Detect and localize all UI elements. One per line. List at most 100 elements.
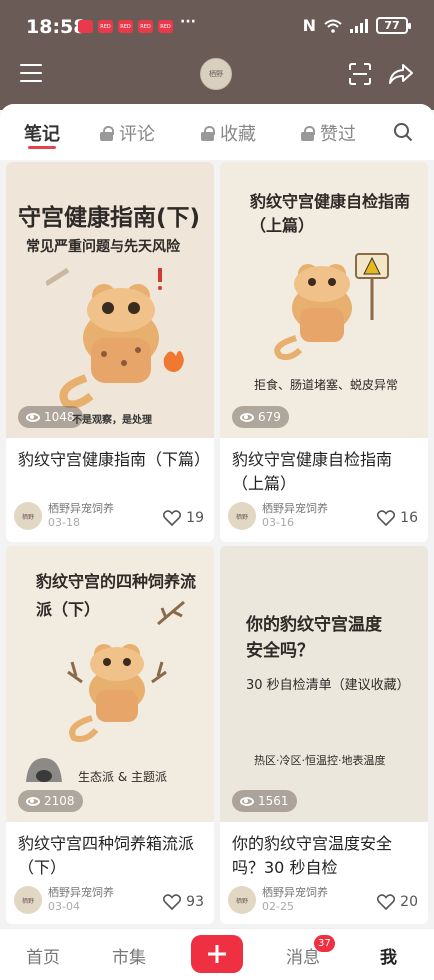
- battery-level: 77: [384, 19, 400, 32]
- like-count: 20: [400, 894, 418, 910]
- top-header: 18:58 RED RED RED RED ··· N 77 栖野: [0, 0, 434, 110]
- plus-icon: [208, 945, 226, 963]
- app-bar: 栖野: [0, 52, 434, 100]
- tab-liked[interactable]: 赞过: [301, 120, 356, 146]
- nav-market[interactable]: 市集: [112, 943, 146, 968]
- author-info[interactable]: 栖野 栖野异宠饲养 03-04: [14, 886, 114, 914]
- wifi-icon: [324, 19, 342, 33]
- like-count: 16: [400, 510, 418, 526]
- eye-icon: [26, 412, 40, 422]
- view-count-badge: 679: [232, 406, 289, 428]
- author-avatar: 栖野: [228, 502, 256, 530]
- tab-favorites[interactable]: 收藏: [201, 120, 256, 146]
- author-info[interactable]: 栖野 栖野异宠饲养 02-25: [228, 886, 328, 914]
- eye-icon: [240, 412, 254, 422]
- notification-icons: RED RED RED RED: [78, 20, 173, 33]
- author-info[interactable]: 栖野 栖野异宠饲养 03-16: [228, 502, 328, 530]
- notification-icon: RED: [118, 20, 133, 33]
- author-info[interactable]: 栖野 栖野异宠饲养 03-18: [14, 502, 114, 530]
- scan-icon[interactable]: [348, 62, 372, 86]
- menu-icon[interactable]: [20, 64, 42, 82]
- heart-icon: [163, 510, 182, 526]
- cover-note: 热区·冷区·恒温控·地表温度: [254, 754, 386, 767]
- cover-subtitle: 拒食、肠道堵塞、蜕皮异常: [254, 378, 399, 392]
- notification-icon: RED: [158, 20, 173, 33]
- note-card[interactable]: 你的豹纹守宫温度安全吗？ 30 秒自检清单（建议收藏） 热区·冷区·恒温控·地表…: [220, 546, 428, 924]
- post-date: 03-18: [48, 516, 80, 529]
- like-button[interactable]: 93: [163, 894, 204, 910]
- gecko-illustration: [67, 644, 167, 742]
- tab-label: 收藏: [220, 124, 256, 145]
- signal-icon: [350, 18, 368, 33]
- nav-me[interactable]: 我: [380, 943, 397, 968]
- heart-icon: [377, 894, 396, 910]
- bottom-navigation: 首页 市集 消息 37 我: [0, 928, 434, 980]
- cover-subtitle: 常见严重问题与先天风险: [26, 239, 180, 255]
- heart-icon: [377, 510, 396, 526]
- view-count-badge: 2108: [18, 790, 83, 812]
- eye-icon: [26, 796, 40, 806]
- note-card[interactable]: 守宫健康指南(下) 常见严重问题与先天风险 1048 不是观察，是处理 豹纹守宫…: [6, 162, 214, 542]
- note-title: 豹纹守宫四种饲养箱流派（下）: [18, 834, 195, 877]
- battery-icon: 77: [376, 17, 411, 34]
- tab-label: 评论: [119, 124, 155, 145]
- gecko-illustration: [46, 268, 184, 408]
- nfc-icon: N: [302, 16, 316, 35]
- note-title: 你的豹纹守宫温度安全吗？30 秒自检: [232, 834, 393, 877]
- author-avatar: 栖野: [228, 886, 256, 914]
- cover-title: 豹纹守宫健康自检指南（上篇）: [250, 192, 411, 235]
- like-button[interactable]: 16: [377, 510, 418, 526]
- view-count: 1048: [44, 410, 75, 424]
- post-date: 03-16: [262, 516, 294, 529]
- view-count-badge: 1561: [232, 790, 297, 812]
- author-name: 栖野异宠饲养: [48, 886, 114, 899]
- cover-title: 守宫健康指南(下): [18, 205, 201, 231]
- share-icon[interactable]: [388, 62, 414, 86]
- note-cover: 豹纹守宫的四种饲养流派（下） 生态派 & 主题派 2108: [6, 546, 214, 822]
- create-post-button[interactable]: [191, 935, 243, 973]
- nav-home[interactable]: 首页: [26, 943, 60, 968]
- like-button[interactable]: 20: [377, 894, 418, 910]
- status-bar: 18:58 RED RED RED RED ··· N 77: [0, 0, 434, 52]
- lock-icon: [100, 125, 114, 141]
- profile-tabs: 笔记 评论 收藏 赞过: [0, 104, 434, 160]
- tab-notes[interactable]: 笔记: [24, 120, 60, 146]
- author-avatar: 栖野: [14, 502, 42, 530]
- branch-icon: [157, 600, 185, 626]
- view-count: 1561: [258, 794, 289, 808]
- author-name: 栖野异宠饲养: [48, 502, 114, 515]
- notification-icon: [78, 20, 93, 33]
- cover-title: 你的豹纹守宫温度安全吗？: [246, 615, 382, 661]
- view-count: 679: [258, 410, 281, 424]
- author-name: 栖野异宠饲养: [262, 886, 328, 899]
- heart-icon: [163, 894, 182, 910]
- lock-icon: [201, 125, 215, 141]
- eye-icon: [240, 796, 254, 806]
- notification-icon: RED: [138, 20, 153, 33]
- more-notifications-icon: ···: [180, 14, 196, 30]
- gecko-illustration: [274, 253, 389, 360]
- note-title: 豹纹守宫健康自检指南（上篇）: [232, 450, 393, 493]
- cover-subtitle: 生态派 & 主题派: [78, 770, 167, 784]
- lock-icon: [301, 125, 315, 141]
- notification-icon: RED: [98, 20, 113, 33]
- tab-comments[interactable]: 评论: [100, 120, 155, 146]
- note-cover: 守宫健康指南(下) 常见严重问题与先天风险 1048 不是观察，是处理: [6, 162, 214, 438]
- note-cover: 豹纹守宫健康自检指南（上篇） 拒食、肠道堵塞、蜕皮异常 679: [220, 162, 428, 438]
- view-count: 2108: [44, 794, 75, 808]
- like-button[interactable]: 19: [163, 510, 204, 526]
- author-avatar: 栖野: [14, 886, 42, 914]
- note-card[interactable]: 豹纹守宫的四种饲养流派（下） 生态派 & 主题派 2108 豹纹守宫四种饲养箱流…: [6, 546, 214, 924]
- search-icon[interactable]: [393, 122, 413, 142]
- note-card[interactable]: 豹纹守宫健康自检指南（上篇） 拒食、肠道堵塞、蜕皮异常 679 豹纹守宫健康自检…: [220, 162, 428, 542]
- system-icons: N 77: [302, 16, 411, 35]
- cover-subtitle: 30 秒自检清单（建议收藏）: [246, 678, 410, 693]
- tab-label: 笔记: [24, 124, 60, 145]
- author-name: 栖野异宠饲养: [262, 502, 328, 515]
- cover-note: 不是观察，是处理: [72, 415, 152, 426]
- profile-avatar[interactable]: 栖野: [200, 58, 232, 90]
- messages-badge: 37: [314, 935, 335, 952]
- post-date: 02-25: [262, 900, 294, 913]
- like-count: 19: [186, 510, 204, 526]
- tab-label: 赞过: [320, 124, 356, 145]
